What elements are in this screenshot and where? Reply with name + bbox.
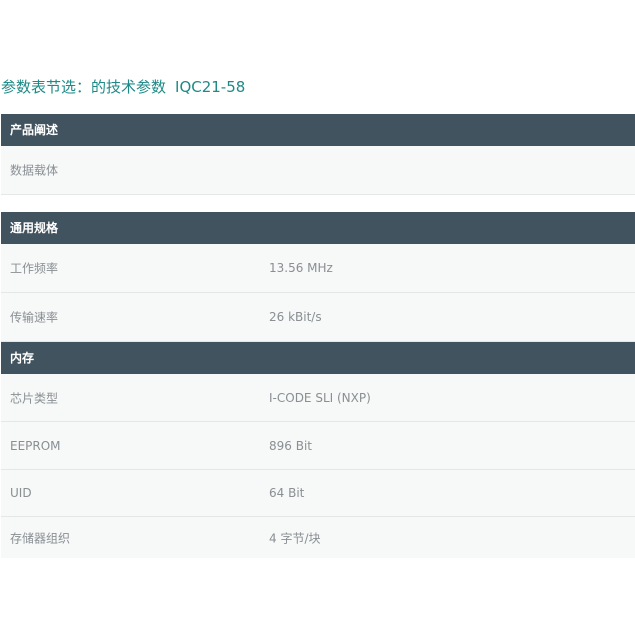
row-label: 工作频率 <box>10 261 59 276</box>
page-title: 参数表节选：的技术参数 IQC21-58 <box>1 76 245 97</box>
row-label: 芯片类型 <box>10 391 59 405</box>
section-header-memory: 内存 <box>1 342 635 374</box>
table-row: 数据载体 <box>1 146 635 195</box>
section-header-product-description: 产品阐述 <box>1 114 635 146</box>
page-title-prefix: 参数表节选：的技术参数 <box>1 78 167 96</box>
row-value: 64 Bit <box>269 486 305 500</box>
table-row: 芯片类型 I-CODE SLI (NXP) <box>1 374 635 422</box>
spec-sheet-page: 参数表节选：的技术参数 IQC21-58 产品阐述 数据载体 通用规格 工作频率 … <box>0 0 635 635</box>
row-label: UID <box>10 486 32 500</box>
table-row: 工作频率 13.56 MHz <box>1 244 635 293</box>
table-row: EEPROM 896 Bit <box>1 422 635 470</box>
row-value: I-CODE SLI (NXP) <box>269 390 371 405</box>
row-label: 数据载体 <box>10 163 59 178</box>
row-value: 26 kBit/s <box>269 310 322 324</box>
section-header-general-specs: 通用规格 <box>1 212 635 244</box>
row-value: 4 字节/块 <box>269 531 321 545</box>
table-row: 存储器组织 4 字节/块 <box>1 517 635 558</box>
row-value: 13.56 MHz <box>269 261 333 275</box>
row-label: 存储器组织 <box>10 531 71 545</box>
table-row: UID 64 Bit <box>1 470 635 517</box>
row-value: 896 Bit <box>269 438 312 453</box>
row-label: EEPROM <box>10 438 61 453</box>
table-row: 传输速率 26 kBit/s <box>1 293 635 342</box>
product-model: IQC21-58 <box>175 78 246 96</box>
row-label: 传输速率 <box>10 310 59 325</box>
